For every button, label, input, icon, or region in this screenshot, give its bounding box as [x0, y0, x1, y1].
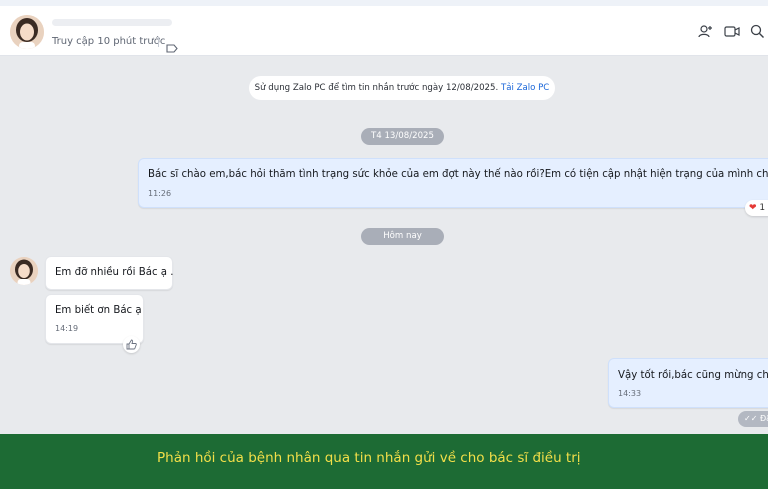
- contact-avatar[interactable]: [10, 15, 44, 49]
- download-zalo-pc-link[interactable]: Tải Zalo PC: [501, 83, 549, 93]
- add-member-icon[interactable]: [698, 24, 713, 43]
- caption-bar: Phản hồi của bệnh nhân qua tin nhắn gửi …: [0, 434, 768, 489]
- message-bubble-outgoing[interactable]: Bác sĩ chào em,bác hỏi thăm tình trạng s…: [138, 158, 768, 208]
- video-call-icon[interactable]: [724, 24, 740, 43]
- sent-status-text: Đã: [759, 414, 768, 423]
- message-text: Vậy tốt rồi,bác cũng mừng cho: [618, 370, 768, 381]
- notice-text: Sử dụng Zalo PC để tìm tin nhắn trước ng…: [254, 83, 499, 93]
- status-divider: [158, 37, 159, 47]
- message-time: 14:33: [618, 389, 642, 398]
- message-list[interactable]: Sử dụng Zalo PC để tìm tin nhắn trước ng…: [0, 57, 768, 434]
- image-caption: Phản hồi của bệnh nhân qua tin nhắn gửi …: [157, 450, 581, 466]
- sent-status-badge: ✓✓ Đã: [738, 411, 768, 427]
- message-time: 14:19: [55, 324, 79, 333]
- double-check-icon: ✓✓: [744, 414, 758, 423]
- contact-name-redacted: [52, 19, 172, 26]
- message-text: Em biết ơn Bác ạ: [55, 305, 142, 316]
- reaction-badge[interactable]: ❤ 1: [745, 200, 768, 216]
- search-icon[interactable]: [750, 24, 765, 43]
- message-bubble-incoming[interactable]: Em đỡ nhiều rồi Bác ạ .: [45, 256, 174, 290]
- date-separator: Hôm nay: [361, 228, 444, 245]
- heart-icon: ❤: [749, 203, 757, 213]
- thumbs-up-icon: [126, 339, 137, 350]
- message-text: Bác sĩ chào em,bác hỏi thăm tình trạng s…: [148, 169, 768, 180]
- sender-avatar[interactable]: [10, 257, 38, 285]
- date-separator: T4 13/08/2025: [361, 128, 444, 145]
- tag-icon[interactable]: [166, 38, 178, 57]
- message-time: 11:26: [148, 189, 172, 198]
- message-bubble-outgoing[interactable]: Vậy tốt rồi,bác cũng mừng cho 14:33: [608, 358, 768, 408]
- chat-header: Truy cập 10 phút trước: [0, 6, 768, 56]
- zalo-pc-notice: Sử dụng Zalo PC để tìm tin nhắn trước ng…: [249, 76, 555, 100]
- message-text: Em đỡ nhiều rồi Bác ạ .: [55, 267, 174, 278]
- reaction-count: 1: [759, 203, 766, 213]
- like-reaction-button[interactable]: [123, 336, 140, 353]
- last-seen-status: Truy cập 10 phút trước: [52, 36, 166, 47]
